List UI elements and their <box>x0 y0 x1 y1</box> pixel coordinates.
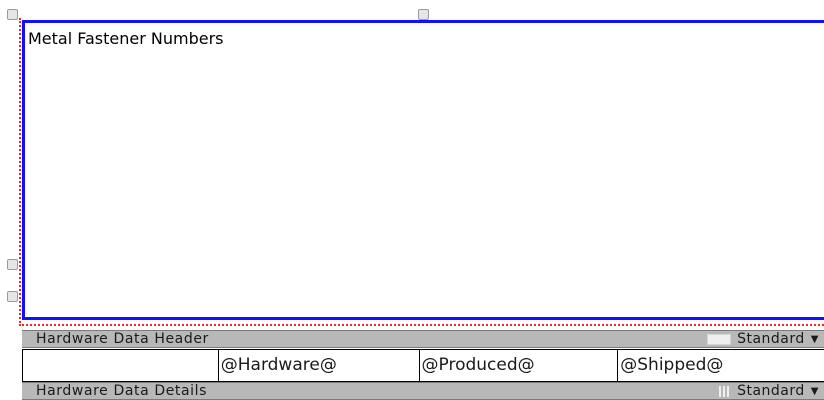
resize-handle-middle-left[interactable] <box>7 259 18 270</box>
resize-handle-bottom-left[interactable] <box>7 291 18 302</box>
dropdown-arrow-icon[interactable]: ▼ <box>811 383 819 400</box>
header-cell-produced[interactable]: @Produced@ <box>420 350 619 381</box>
band-hardware-data-header[interactable]: Hardware Data Header Standard ▼ <box>22 330 824 348</box>
header-cell-hardware[interactable]: @Hardware@ <box>219 350 420 381</box>
band-style-label: Standard <box>737 383 805 399</box>
margin-guide-horizontal <box>19 324 824 326</box>
chart-title: Metal Fastener Numbers <box>28 29 224 48</box>
header-cell-shipped[interactable]: @Shipped@ <box>618 350 824 381</box>
band-style-selector[interactable]: Standard ▼ <box>719 383 819 400</box>
band-style-label: Standard <box>737 331 805 347</box>
resize-handle-top-left[interactable] <box>7 9 18 20</box>
band-label: Hardware Data Header <box>36 331 209 347</box>
band-style-selector[interactable]: Standard ▼ <box>707 331 819 348</box>
chart-element[interactable]: Metal Fastener Numbers <box>22 20 824 320</box>
band-hardware-data-details[interactable]: Hardware Data Details Standard ▼ <box>22 382 824 400</box>
header-row: @Hardware@ @Produced@ @Shipped@ <box>22 349 824 382</box>
header-cell-empty[interactable] <box>23 350 219 381</box>
band-label: Hardware Data Details <box>36 383 208 399</box>
dropdown-arrow-icon[interactable]: ▼ <box>811 331 819 348</box>
margin-guide-vertical <box>19 18 21 326</box>
resize-handle-top-center[interactable] <box>418 9 429 20</box>
style-swatch-icon <box>719 386 731 397</box>
style-swatch-icon <box>707 334 732 345</box>
